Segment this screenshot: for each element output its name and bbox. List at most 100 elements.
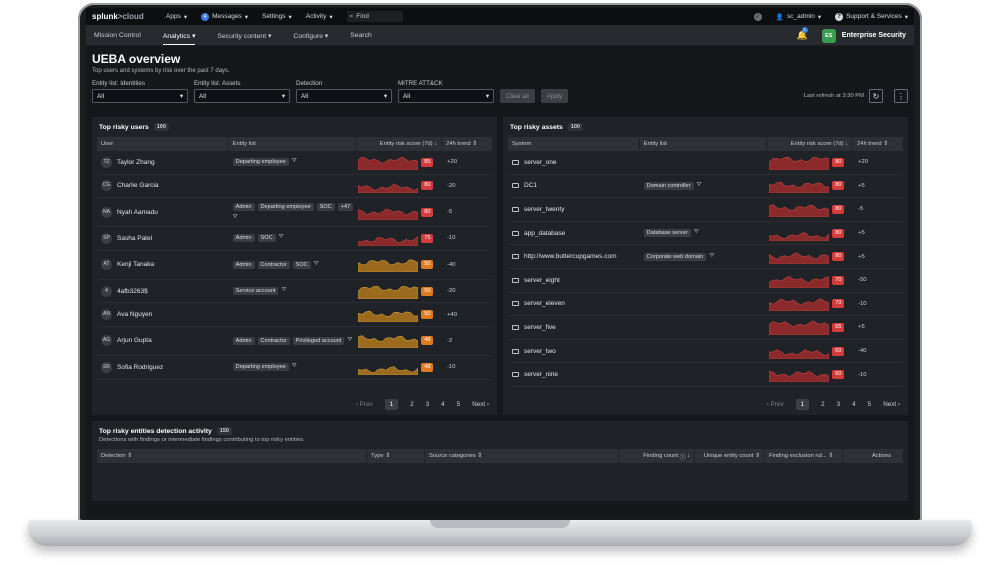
col-trend[interactable]: 24h trend ⇕ bbox=[853, 137, 903, 151]
tab-configure[interactable]: Configure ▾ bbox=[293, 32, 328, 40]
tab-security-content[interactable]: Security content ▾ bbox=[217, 32, 271, 40]
clear-all-button[interactable]: Clear all bbox=[500, 89, 535, 103]
filter-icon[interactable]: ⛛ bbox=[281, 287, 286, 295]
filter-icon[interactable]: ⛛ bbox=[697, 182, 702, 190]
prev-button[interactable]: ‹ Prev bbox=[767, 401, 784, 408]
user-menu[interactable]: 👤 sc_admin ▾ bbox=[776, 13, 821, 21]
entity-name[interactable]: 4afb3263$ bbox=[117, 288, 148, 295]
entity-name[interactable]: DC1 bbox=[524, 182, 537, 189]
filter-icon[interactable]: ⛛ bbox=[292, 363, 297, 371]
col-entity-list[interactable]: Entity list bbox=[640, 137, 768, 151]
support-menu[interactable]: ? Support & Services ▾ bbox=[835, 12, 908, 21]
filter-icon[interactable]: ⛛ bbox=[694, 229, 699, 237]
table-row[interactable]: app_database Database server ⛛ 80 +5 bbox=[508, 222, 903, 246]
entity-name[interactable]: server_twenty bbox=[524, 206, 564, 213]
apply-button[interactable]: Apply bbox=[540, 89, 569, 103]
entity-name[interactable]: Charlie Garcia bbox=[117, 182, 159, 189]
entity-name[interactable]: server_eight bbox=[524, 277, 560, 284]
col-unique-entity-count[interactable]: Unique entity count ⇕ bbox=[695, 449, 765, 463]
entity-name[interactable]: Kenji Tanaka bbox=[117, 261, 154, 268]
identities-select[interactable]: All ▾ bbox=[92, 89, 188, 103]
entity-name[interactable]: server_one bbox=[524, 159, 557, 166]
next-button[interactable]: Next › bbox=[883, 401, 900, 408]
table-row[interactable]: http://www.buttercupgames.com Corporate w… bbox=[508, 245, 903, 269]
col-risk-score[interactable]: Entity risk score (7d) ↓ bbox=[356, 137, 443, 151]
table-row[interactable]: server_five 65 +5 bbox=[508, 316, 903, 340]
entity-name[interactable]: server_eleven bbox=[524, 300, 565, 307]
filter-icon[interactable]: ⛛ bbox=[347, 337, 352, 345]
entity-name[interactable]: server_two bbox=[524, 348, 556, 355]
entity-name[interactable]: app_database bbox=[524, 230, 565, 237]
entity-name[interactable]: Ava Nguyen bbox=[117, 311, 152, 318]
tab-analytics[interactable]: Analytics ▾ bbox=[162, 27, 196, 45]
col-detection[interactable]: Detection ⇕ bbox=[97, 449, 367, 463]
page-3[interactable]: 3 bbox=[837, 401, 841, 408]
refresh-button[interactable]: ↻ bbox=[869, 89, 883, 103]
tab-search[interactable]: Search bbox=[350, 32, 372, 39]
table-row[interactable]: SP Sasha Patel Admin SOC ⛛ 75 -10 bbox=[97, 227, 492, 251]
table-row[interactable]: server_eight 70 -50 bbox=[508, 269, 903, 293]
table-row[interactable]: server_one 80 +20 bbox=[508, 151, 903, 175]
mitre-select[interactable]: All ▾ bbox=[398, 89, 494, 103]
page-2[interactable]: 2 bbox=[410, 401, 414, 408]
table-row[interactable]: AG Arjun Gupta Admin Contractor Privileged a… bbox=[97, 327, 492, 356]
page-2[interactable]: 2 bbox=[821, 401, 825, 408]
entity-name[interactable]: server_five bbox=[524, 324, 556, 331]
col-entity-list[interactable]: Entity list bbox=[229, 137, 357, 151]
page-4[interactable]: 4 bbox=[441, 401, 445, 408]
col-finding-count[interactable]: Finding count ⓘ ↓ bbox=[619, 449, 695, 463]
entity-name[interactable]: Sasha Patel bbox=[117, 235, 152, 242]
page-3[interactable]: 3 bbox=[426, 401, 430, 408]
prev-button[interactable]: ‹ Prev bbox=[356, 401, 373, 408]
table-row[interactable]: SR Sofia Rodriguez Departing employee ⛛ 48 -1… bbox=[97, 356, 492, 380]
filter-icon[interactable]: ⛛ bbox=[292, 158, 297, 166]
settings-menu[interactable]: Settings ▾ bbox=[262, 13, 292, 21]
splunk-logo[interactable]: splunk>cloud bbox=[92, 12, 152, 21]
table-row[interactable]: CG Charlie Garcia 80 -20 bbox=[97, 175, 492, 199]
assets-select[interactable]: All ▾ bbox=[194, 89, 290, 103]
table-row[interactable]: DC1 Domain controller ⛛ 80 +5 bbox=[508, 175, 903, 199]
col-trend[interactable]: 24h trend ⇕ bbox=[442, 137, 492, 151]
page-5[interactable]: 5 bbox=[457, 401, 461, 408]
notifications-button[interactable]: 🔔 1 bbox=[797, 27, 808, 41]
col-source-categories[interactable]: Source categories ⇕ bbox=[425, 449, 619, 463]
filter-icon[interactable]: ⛛ bbox=[709, 253, 714, 261]
entity-name[interactable]: Taylor Zhang bbox=[117, 159, 155, 166]
tab-mission-control[interactable]: Mission Control bbox=[94, 32, 141, 39]
entity-name[interactable]: http://www.buttercupgames.com bbox=[524, 253, 617, 260]
detection-select[interactable]: All ▾ bbox=[296, 89, 392, 103]
table-row[interactable]: NA Nyah Aamadu Admin Departing employee SOC +… bbox=[97, 198, 492, 228]
find-input[interactable]: ⌕ Find bbox=[346, 11, 403, 22]
table-row[interactable]: server_nine 60 -10 bbox=[508, 363, 903, 387]
entity-name[interactable]: Nyah Aamadu bbox=[117, 209, 158, 216]
apps-menu[interactable]: Apps ▾ bbox=[166, 13, 187, 21]
entity-name[interactable]: Sofia Rodriguez bbox=[117, 364, 163, 371]
filter-icon[interactable]: ⛛ bbox=[279, 234, 284, 242]
page-1[interactable]: 1 bbox=[795, 399, 810, 410]
more-options-button[interactable]: ⋮ bbox=[894, 89, 908, 103]
health-check-icon[interactable]: ✓ bbox=[753, 12, 762, 21]
next-button[interactable]: Next › bbox=[472, 401, 489, 408]
page-1[interactable]: 1 bbox=[384, 399, 399, 410]
page-4[interactable]: 4 bbox=[852, 401, 856, 408]
col-system[interactable]: System bbox=[508, 137, 640, 151]
app-switcher[interactable]: ES Enterprise Security bbox=[821, 28, 906, 43]
table-row[interactable]: TZ Taylor Zhang Departing employee ⛛ 85 +20 bbox=[97, 151, 492, 175]
filter-icon[interactable]: ⛛ bbox=[233, 214, 238, 221]
table-row[interactable]: server_eleven 70 -10 bbox=[508, 293, 903, 317]
activity-menu[interactable]: Activity ▾ bbox=[306, 13, 333, 21]
col-type[interactable]: Type ⇕ bbox=[367, 449, 425, 463]
col-finding-exclusion[interactable]: Finding exclusion rul... ⇕ bbox=[765, 449, 843, 463]
entity-name[interactable]: Arjun Gupta bbox=[117, 337, 152, 344]
col-user[interactable]: User bbox=[97, 137, 229, 151]
col-risk-score[interactable]: Entity risk score (7d) ↓ bbox=[767, 137, 854, 151]
messages-menu[interactable]: 4 Messages ▾ bbox=[201, 12, 248, 21]
table-row[interactable]: server_two 60 -40 bbox=[508, 340, 903, 364]
table-row[interactable]: AN Ava Nguyen 50 +40 bbox=[97, 303, 492, 327]
table-row[interactable]: AT Kenji Tanaka Admin Contractor SOC ⛛ 50 -40 bbox=[97, 251, 492, 280]
page-5[interactable]: 5 bbox=[868, 401, 872, 408]
filter-icon[interactable]: ⛛ bbox=[314, 261, 319, 269]
table-row[interactable]: server_twenty 80 -5 bbox=[508, 198, 903, 222]
entity-name[interactable]: server_nine bbox=[524, 371, 558, 378]
table-row[interactable]: 4 4afb3263$ Service account ⛛ 50 -20 bbox=[97, 280, 492, 304]
